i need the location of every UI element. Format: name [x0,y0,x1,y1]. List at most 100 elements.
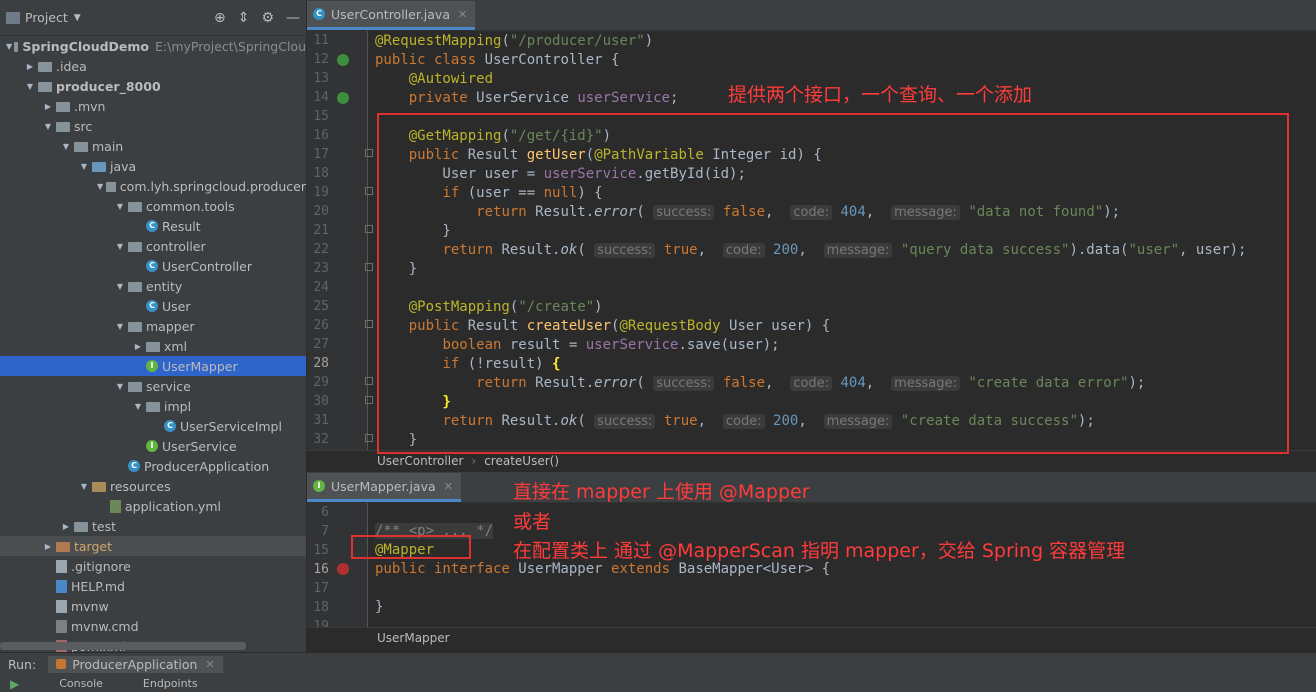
chevron-down-icon[interactable]: ▼ [24,82,36,91]
chevron-right-icon[interactable]: ▶ [24,62,36,71]
close-icon[interactable]: ✕ [444,480,453,493]
tree-item[interactable]: C UserController [0,256,306,276]
chevron-down-icon[interactable]: ▼ [42,122,54,131]
tree-item[interactable]: C User [0,296,306,316]
tree-item[interactable]: C ProducerApplication [0,456,306,476]
tree-item[interactable]: ▼ mapper [0,316,306,336]
run-play-icon[interactable]: ▶ [10,677,19,691]
collapse-icon[interactable]: ⇕ [238,10,250,26]
tree-item[interactable]: ▼ entity [0,276,306,296]
folder-icon [14,41,19,52]
tree-item[interactable]: ▶ xml [0,336,306,356]
fold-marker-icon[interactable] [365,396,373,404]
code-area[interactable]: 671516171819 /** <p> ... */ @Mapper publ… [307,503,1316,634]
fold-marker-icon[interactable] [365,377,373,385]
tree-item[interactable]: HELP.md [0,576,306,596]
tree-item-label: producer_8000 [56,78,161,94]
chevron-down-icon[interactable]: ▼ [114,202,126,211]
horizontal-scrollbar[interactable] [0,642,246,650]
tree-item[interactable]: mvnw.cmd [0,616,306,636]
chevron-down-icon[interactable]: ▼ [74,13,81,23]
fold-marker-icon[interactable] [365,434,373,442]
tree-item[interactable]: mvnw [0,596,306,616]
folder-icon [38,61,52,72]
gear-icon[interactable]: ⚙ [261,10,274,26]
tree-item[interactable]: ▼ src [0,116,306,136]
run-tab-producerapplication[interactable]: ProducerApplication ✕ [48,655,223,673]
fold-marker-icon[interactable] [365,187,373,195]
tab-usercontroller[interactable]: C UserController.java ✕ [307,1,476,30]
tree-item[interactable]: C UserServiceImpl [0,416,306,436]
tree-item[interactable]: ▶ .mvn [0,96,306,116]
chevron-down-icon[interactable]: ▼ [114,322,126,331]
tree-item-label: com.lyh.springcloud.producer [119,178,306,194]
line-number: 17 [313,147,329,162]
tree-item-label: entity [146,278,183,294]
tree-item[interactable]: ▼ impl [0,396,306,416]
close-icon[interactable]: ✕ [458,8,467,21]
minimize-icon[interactable]: — [286,10,300,26]
tree-item[interactable]: ▼ common.tools [0,196,306,216]
line-number: 18 [313,166,329,181]
tree-item[interactable]: C Result [0,216,306,236]
folder-icon [56,121,70,132]
file-icon [56,599,67,613]
fold-marker-icon[interactable] [365,263,373,271]
chevron-down-icon[interactable]: ▼ [114,282,126,291]
annotation-note-mapperscan: 在配置类上 通过 @MapperScan 指明 mapper，交给 Spring… [513,540,1126,562]
tree-item-label: src [74,118,93,134]
tree-item[interactable]: I UserService [0,436,306,456]
tree-item[interactable]: ▼ producer_8000 [0,76,306,96]
chevron-right-icon[interactable]: ▶ [132,342,144,351]
tree-item-label: xml [164,338,188,354]
chevron-down-icon[interactable]: ▼ [114,242,126,251]
chevron-down-icon[interactable]: ▼ [114,382,126,391]
tree-item[interactable]: ▼ SpringCloudDemo E:\myProject\SpringClou [0,36,306,56]
tree-item[interactable]: ▶ target [0,536,306,556]
chevron-right-icon[interactable]: ▶ [60,522,72,531]
tab-endpoints[interactable]: Endpoints [143,677,198,690]
chevron-down-icon[interactable]: ▼ [78,162,90,171]
tree-item[interactable]: ▼ resources [0,476,306,496]
chevron-right-icon[interactable]: ▶ [42,542,54,551]
tree-item[interactable]: .gitignore [0,556,306,576]
tree-item[interactable]: ▼ controller [0,236,306,256]
interface-icon: I [146,440,158,452]
fold-marker-icon[interactable] [365,149,373,157]
tab-usermapper[interactable]: I UserMapper.java ✕ [307,473,461,502]
autowired-icon[interactable] [337,92,349,104]
chevron-down-icon[interactable]: ▼ [60,142,72,151]
spring-bean-icon[interactable] [337,54,349,66]
annotation-note-or: 或者 [513,511,552,533]
chevron-down-icon[interactable]: ▼ [6,42,12,51]
breadcrumb-method[interactable]: createUser() [484,454,559,468]
tree-item[interactable]: ▼ service [0,376,306,396]
tree-item[interactable]: ▼ java [0,156,306,176]
mybatis-mapper-icon[interactable] [337,563,349,575]
tree-item-label: UserMapper [162,358,238,374]
tree-item[interactable]: ▼ com.lyh.springcloud.producer [0,176,306,196]
chevron-down-icon[interactable]: ▼ [132,402,144,411]
project-title[interactable]: Project [25,10,68,25]
tree-item-label: mvnw [71,598,109,614]
tree-item[interactable]: ▶ .idea [0,56,306,76]
chevron-down-icon[interactable]: ▼ [96,182,104,191]
line-number: 25 [313,299,329,314]
locate-icon[interactable]: ⊕ [214,10,226,26]
chevron-right-icon[interactable]: ▶ [42,102,54,111]
tree-item-label: .mvn [74,98,106,114]
tree-item[interactable]: ▼ main [0,136,306,156]
tree-item-label: target [74,538,113,554]
close-icon[interactable]: ✕ [205,658,214,671]
breadcrumb-class[interactable]: UserController [377,454,463,468]
tree-item[interactable]: ▶ test [0,516,306,536]
fold-marker-icon[interactable] [365,320,373,328]
tree-item[interactable]: I UserMapper [0,356,306,376]
tab-console[interactable]: Console [59,677,103,690]
fold-marker-icon[interactable] [365,225,373,233]
tree-item[interactable]: application.yml [0,496,306,516]
line-number: 17 [313,581,329,596]
breadcrumb-class[interactable]: UserMapper [377,631,450,645]
chevron-down-icon[interactable]: ▼ [78,482,90,491]
chevron-right-icon: › [471,453,477,468]
